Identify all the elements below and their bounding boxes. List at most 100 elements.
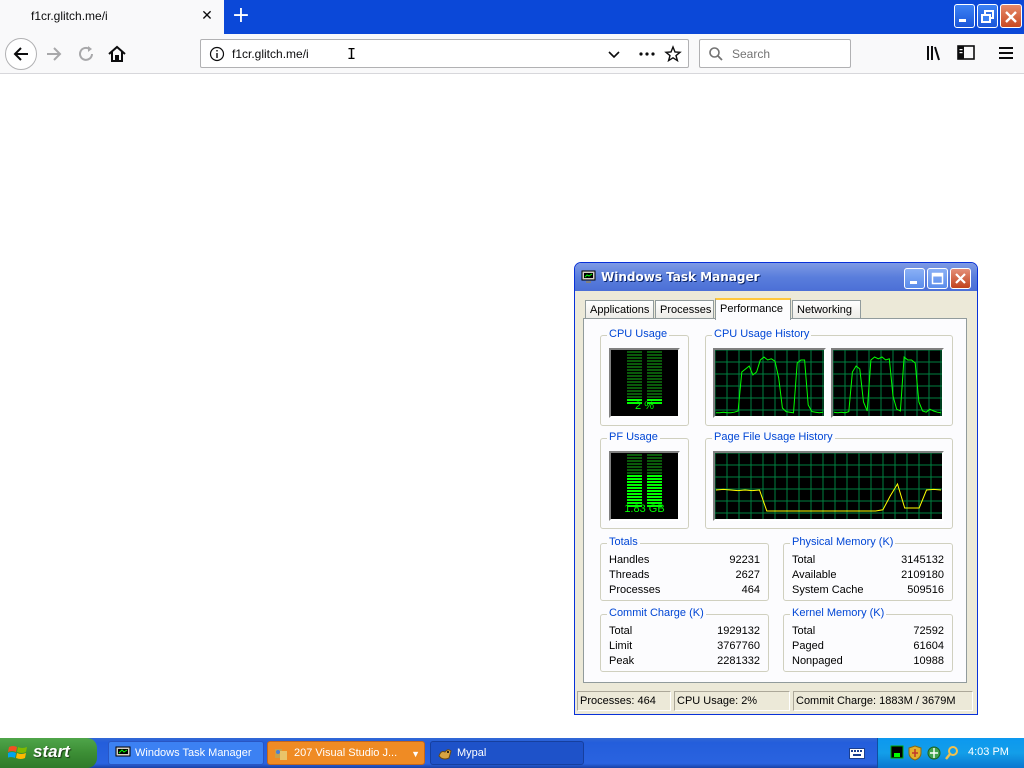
minimize-icon	[959, 19, 966, 22]
tab-networking[interactable]: Networking	[792, 300, 861, 319]
close-icon	[1005, 11, 1017, 23]
system-clock[interactable]: 4:03 PM	[968, 746, 1009, 758]
reload-icon	[79, 46, 93, 61]
pf-meter-segment	[627, 472, 642, 474]
stat-value: 2281332	[717, 655, 760, 667]
tm-close-button[interactable]	[950, 268, 971, 289]
tm-maximize-button[interactable]	[927, 268, 948, 289]
taskbar-button-task-manager[interactable]: Windows Task Manager	[108, 741, 264, 765]
chevron-down-icon[interactable]	[606, 46, 622, 62]
reload-button[interactable]	[74, 42, 98, 66]
tab-close-icon[interactable]: ✕	[199, 8, 215, 24]
security-shield-icon[interactable]	[908, 745, 922, 761]
pf-history-graph	[713, 451, 944, 521]
network-icon[interactable]	[926, 745, 942, 761]
cpu-meter-segment	[627, 369, 642, 371]
status-commit: Commit Charge: 1883M / 3679M	[793, 691, 973, 711]
commit-charge-title: Commit Charge (K)	[607, 607, 706, 619]
stat-row-kernel-total: Total 72592	[792, 625, 944, 640]
bookmark-star-icon[interactable]	[664, 45, 682, 63]
page-actions-icon[interactable]	[637, 46, 657, 62]
pf-meter-segment	[647, 484, 662, 486]
stat-value: 464	[741, 584, 760, 596]
cpu-meter-segment	[647, 378, 662, 380]
cpu-history-title: CPU Usage History	[712, 328, 812, 340]
pf-meter-segment	[647, 469, 662, 471]
new-tab-button[interactable]: +	[229, 4, 253, 28]
stat-value: 2627	[735, 569, 760, 581]
forward-button[interactable]	[42, 42, 66, 66]
pf-meter-segment	[647, 499, 662, 501]
pf-meter-segment	[647, 463, 662, 465]
window-close-button[interactable]	[1000, 4, 1022, 28]
site-info-icon[interactable]	[209, 46, 225, 62]
taskbar-button-label: Mypal	[457, 747, 487, 759]
stat-label: System Cache	[792, 584, 864, 596]
stat-row-handles: Handles 92231	[609, 554, 760, 569]
search-bar[interactable]: Search	[699, 39, 851, 68]
stat-value: 2109180	[901, 569, 944, 581]
pf-meter-segment	[647, 490, 662, 492]
physical-memory-group: Physical Memory (K) Total 3145132 Availab…	[783, 536, 953, 601]
cpu-history-plot-2	[832, 349, 942, 416]
pf-meter-segment	[647, 475, 662, 477]
pf-meter-segment	[647, 487, 662, 489]
pf-meter-segment	[627, 499, 642, 501]
maximize-icon	[931, 272, 944, 285]
stat-label: Total	[792, 625, 816, 637]
keyboard-icon[interactable]	[849, 746, 865, 760]
stat-row-commit-total: Total 1929132	[609, 625, 760, 640]
browser-tab[interactable]: f1cr.glitch.me/i ✕	[0, 0, 224, 34]
pf-meter-segment	[627, 475, 642, 477]
tab-applications[interactable]: Applications	[585, 300, 654, 319]
tab-processes[interactable]: Processes	[655, 300, 714, 319]
tm-minimize-button[interactable]	[904, 268, 925, 289]
group-dropdown-icon[interactable]: ▼	[411, 749, 420, 759]
commit-charge-group: Commit Charge (K) Total 1929132 Limit 3767…	[600, 607, 769, 672]
stat-label: Available	[792, 569, 837, 581]
task-manager-tray-icon[interactable]	[890, 745, 904, 759]
text-cursor-icon: I	[347, 45, 357, 63]
taskbar-button-mypal[interactable]: Mypal	[430, 741, 584, 765]
task-manager-window[interactable]: Windows Task Manager Applications Proces…	[574, 262, 978, 715]
navigation-toolbar: f1cr.glitch.me/i I Search	[0, 34, 1024, 74]
cpu-meter-segment	[627, 357, 642, 359]
taskbar-button-visual-studio[interactable]: 207 Visual Studio J... ▼	[267, 741, 425, 765]
stat-label: Total	[609, 625, 633, 637]
pf-meter-segment	[627, 493, 642, 495]
back-button[interactable]	[5, 38, 37, 70]
tm-status-bar: Processes: 464 CPU Usage: 2% Commit Char…	[577, 691, 975, 713]
cpu-meter-segment	[647, 363, 662, 365]
browser-tab-strip: f1cr.glitch.me/i ✕ +	[0, 0, 1024, 34]
home-button[interactable]	[105, 42, 129, 66]
url-text[interactable]: f1cr.glitch.me/i	[232, 47, 309, 61]
task-manager-titlebar[interactable]: Windows Task Manager	[575, 263, 977, 291]
tab-title: f1cr.glitch.me/i	[31, 9, 108, 23]
taskbar: start Windows Task Manager 207 Visual St…	[0, 738, 1024, 768]
sidebar-icon[interactable]	[956, 43, 976, 63]
cpu-meter-segment	[647, 354, 662, 356]
stat-row-commit-limit: Limit 3767760	[609, 640, 760, 655]
pf-meter-segment	[647, 466, 662, 468]
cpu-meter-segment	[647, 387, 662, 389]
library-icon[interactable]	[924, 43, 944, 63]
search-tray-icon[interactable]	[944, 745, 960, 761]
cpu-meter-segment	[627, 366, 642, 368]
pf-meter-segment	[627, 478, 642, 480]
window-restore-button[interactable]	[977, 4, 998, 28]
cpu-meter-segment	[647, 357, 662, 359]
hamburger-menu-icon[interactable]	[996, 43, 1016, 63]
visual-studio-icon	[275, 749, 287, 760]
cpu-history-graph-1	[713, 348, 826, 418]
cpu-meter-segment	[627, 390, 642, 392]
cpu-meter-segment	[647, 393, 662, 395]
cpu-meter-segment	[647, 366, 662, 368]
cpu-meter-segment	[627, 372, 642, 374]
windows-logo-icon	[8, 746, 27, 759]
cpu-meter-segment	[627, 351, 642, 353]
pf-meter-segment	[647, 460, 662, 462]
tab-performance[interactable]: Performance	[715, 298, 791, 320]
address-bar[interactable]: f1cr.glitch.me/i I	[200, 39, 689, 68]
window-minimize-button[interactable]	[954, 4, 975, 28]
start-button[interactable]: start	[0, 738, 97, 768]
